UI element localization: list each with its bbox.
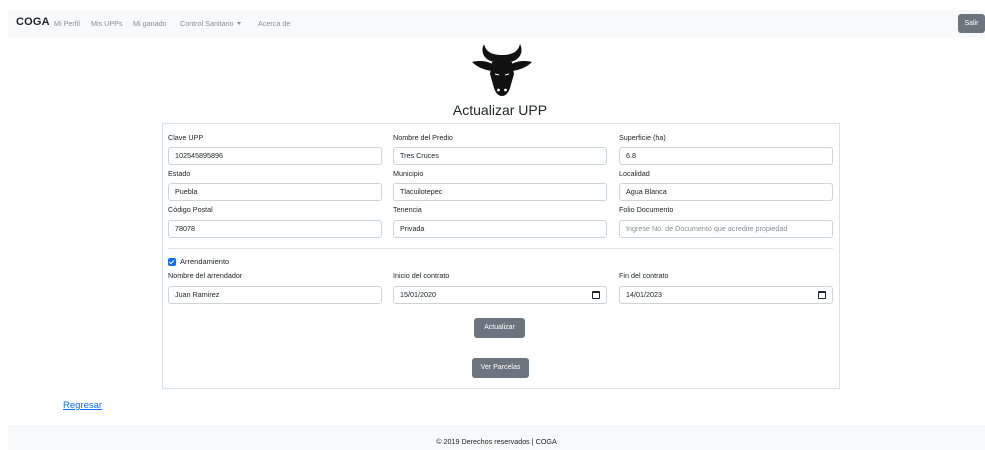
regresar-link[interactable]: Regresar <box>63 400 102 411</box>
footer: © 2019 Derechos reservados | COGA <box>8 425 985 450</box>
folio-documento-input[interactable]: Ingrese No. de Documento que acredite pr… <box>619 220 833 238</box>
superficie-label: Superficie (ha) <box>619 133 666 142</box>
estado-input[interactable]: Puebla <box>168 183 382 201</box>
arrendamiento-label: Arrendamiento <box>180 257 230 266</box>
footer-text: © 2019 Derechos reservados | COGA <box>436 437 557 446</box>
localidad-input[interactable]: Agua Blanca <box>619 183 833 201</box>
fin-contrato-value: 14/01/2023 <box>626 290 662 299</box>
estado-label: Estado <box>168 169 191 178</box>
nav-dropdown-label: Control Sanitario <box>180 19 234 28</box>
actualizar-button[interactable]: Actualizar <box>474 318 525 338</box>
brand-logo-text[interactable]: COGA <box>16 16 50 28</box>
calendar-icon[interactable] <box>592 291 600 299</box>
nombre-arrendador-input[interactable]: Juan Ramirez <box>168 286 382 304</box>
folio-documento-label: Folio Documento <box>619 205 674 214</box>
inicio-contrato-date-input[interactable]: 15/01/2020 <box>393 286 607 304</box>
nombre-predio-input[interactable]: Tres Cruces <box>393 147 607 165</box>
codigo-postal-input[interactable]: 78078 <box>168 220 382 238</box>
clave-upp-label: Clave UPP <box>168 133 204 142</box>
ver-parcelas-button[interactable]: Ver Parcelas <box>472 358 529 378</box>
navbar: COGA Mi Perfil Mis UPPs Mi ganado Contro… <box>8 10 985 38</box>
nav-link-acerca-de[interactable]: Acerca de <box>258 19 290 28</box>
fin-contrato-label: Fin del contrato <box>619 271 669 280</box>
fin-contrato-date-input[interactable]: 14/01/2023 <box>619 286 833 304</box>
inicio-contrato-label: Inicio del contrato <box>393 271 450 280</box>
logout-button[interactable]: Salir <box>958 14 985 33</box>
clave-upp-input[interactable]: 102545895896 <box>168 147 382 165</box>
page-title: Actualizar UPP <box>452 102 548 118</box>
nombre-arrendador-label: Nombre del arrendador <box>168 271 243 280</box>
tenencia-select[interactable]: Privada <box>393 220 607 238</box>
nav-link-mi-perfil[interactable]: Mi Perfil <box>54 19 80 28</box>
form-divider <box>168 248 833 249</box>
superficie-input[interactable]: 6.8 <box>619 147 833 165</box>
nav-dropdown-control-sanitario[interactable]: Control Sanitario <box>180 19 241 28</box>
codigo-postal-label: Código Postal <box>168 205 213 214</box>
bull-logo-icon <box>472 44 532 96</box>
calendar-icon[interactable] <box>818 291 826 299</box>
localidad-label: Localidad <box>619 169 650 178</box>
nav-link-mi-ganado[interactable]: Mi ganado <box>133 19 167 28</box>
nav-link-mis-upps[interactable]: Mis UPPs <box>91 19 123 28</box>
inicio-contrato-value: 15/01/2020 <box>400 290 436 299</box>
municipio-input[interactable]: Tlacuilotepec <box>393 183 607 201</box>
arrendamiento-checkbox[interactable] <box>168 258 176 266</box>
tenencia-label: Tenencia <box>393 205 422 214</box>
caret-down-icon <box>236 22 241 25</box>
nombre-predio-label: Nombre del Predio <box>393 133 453 142</box>
municipio-label: Municipio <box>393 169 424 178</box>
